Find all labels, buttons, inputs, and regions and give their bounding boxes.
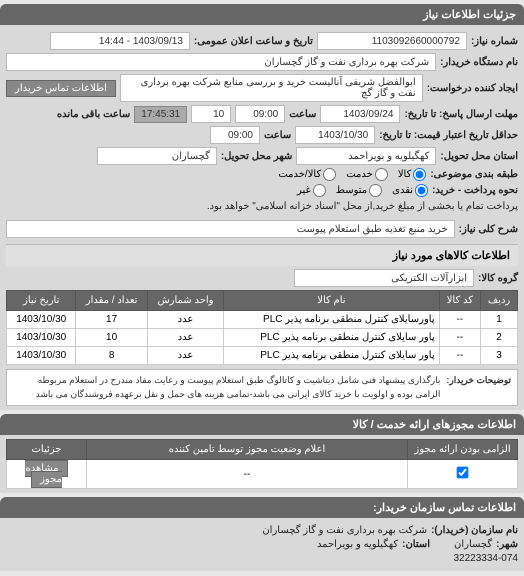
label-goods-group: گروه کالا:: [478, 273, 518, 284]
radio-budget-type: کالا خدمت کالا/خدمت: [278, 168, 426, 181]
table-row: -- مشاهده مجوز: [7, 460, 518, 489]
label-budget-type: طبقه بندی موضوعی:: [430, 169, 518, 180]
buyer-note-box: توضیحات خریدار: بارگذاری پیشنهاد فنی شام…: [6, 369, 518, 406]
table-row: 2--پاور سایلای کنترل منطقی برنامه پذیر P…: [7, 329, 518, 347]
col-code: کد کالا: [439, 291, 480, 311]
field-province: کهگیلویه و بویراحمد: [296, 147, 436, 165]
label-validity: حداقل تاریخ اعتبار قیمت: تا تاریخ:: [379, 130, 518, 141]
field-requester: ابوالفضل شریفی آنالیست خرید و بررسی مناب…: [120, 74, 423, 102]
field-countdown: 17:45:31: [134, 106, 187, 123]
field-deadline-date: 1403/09/24: [320, 105, 400, 123]
value-province2: کهگیلویه و بویراحمد: [317, 539, 398, 550]
label-time-1: ساعت: [289, 109, 316, 120]
cell-code: --: [439, 329, 480, 347]
cell-date: 1403/10/30: [7, 347, 76, 365]
cell-status: --: [87, 460, 408, 489]
cell-unit: عدد: [147, 347, 223, 365]
cell-qty: 8: [76, 347, 147, 365]
label-remaining-suffix: ساعت باقی مانده: [57, 109, 130, 120]
table-row: 1--پاورسایلای کنترل منطقی برنامه پذیر PL…: [7, 311, 518, 329]
label-province2: استان:: [402, 539, 430, 550]
cell-qty: 17: [76, 311, 147, 329]
value-org: شرکت بهره برداری نفت و گاز گچساران: [262, 525, 427, 536]
goods-table: ردیف کد کالا نام کالا واحد شمارش تعداد /…: [6, 290, 518, 365]
label-announce: تاریخ و ساعت اعلان عمومی:: [194, 36, 313, 47]
label-deadline-send: مهلت ارسال پاسخ: تا تاریخ:: [404, 109, 518, 120]
cell-name: پاورسایلای کنترل منطقی برنامه پذیر PLC: [224, 311, 439, 329]
cell-idx: 2: [481, 329, 518, 347]
col-status: اعلام وضعیت مجوز توسط تامین کننده: [87, 440, 408, 460]
label-org: نام سازمان (خریدار):: [431, 525, 518, 536]
cell-name: پاور سایلای کنترل منطقی برنامه پذیر PLC: [224, 329, 439, 347]
radio-option-cash[interactable]: نقدی: [392, 184, 428, 197]
label-req-no: شماره نیاز:: [471, 36, 518, 47]
label-city2: شهر:: [496, 539, 518, 550]
buyer-note-label: توضیحات خریدار:: [446, 374, 511, 401]
cell-name: پاور سایلای کنترل منطقی برنامه پذیر PLC: [224, 347, 439, 365]
label-time-2: ساعت: [264, 130, 291, 141]
radio-option-mid[interactable]: متوسط: [336, 184, 382, 197]
section-header-buyer-contact: اطلاعات تماس سازمان خریدار:: [0, 497, 524, 518]
payment-desc: پرداخت تمام یا بخشی از مبلغ خرید,از محل …: [207, 201, 518, 212]
col-mandatory: الزامی بودن ارائه مجوز: [408, 440, 518, 460]
radio-option-mix[interactable]: کالا/خدمت: [278, 168, 336, 181]
field-req-no: 1103092660000792: [317, 32, 467, 50]
field-buyer-org: شرکت بهره برداری نفت و گاز گچساران: [6, 53, 436, 71]
cell-unit: عدد: [147, 311, 223, 329]
cell-unit: عدد: [147, 329, 223, 347]
cell-code: --: [439, 347, 480, 365]
col-date: تاریخ نیاز: [7, 291, 76, 311]
permits-table: الزامی بودن ارائه مجوز اعلام وضعیت مجوز …: [6, 439, 518, 489]
field-city: گچساران: [97, 147, 217, 165]
col-qty: تعداد / مقدار: [76, 291, 147, 311]
col-unit: واحد شمارش: [147, 291, 223, 311]
field-validity-time: 09:00: [210, 126, 260, 144]
radio-option-other[interactable]: غیر: [297, 184, 326, 197]
field-deadline-time: 09:00: [235, 105, 285, 123]
section-body-buyer-contact: نام سازمان (خریدار): شرکت بهره برداری نف…: [0, 518, 524, 571]
section-header-permits: اطلاعات مجوزهای ارائه خدمت / کالا: [0, 414, 524, 435]
view-permit-button[interactable]: مشاهده مجوز: [25, 460, 67, 488]
field-goods-group: ابزارآلات الکتریکی: [294, 269, 474, 287]
col-idx: ردیف: [481, 291, 518, 311]
cell-qty: 10: [76, 329, 147, 347]
buyer-contact-button[interactable]: اطلاعات تماس خریدار: [6, 80, 116, 97]
cell-idx: 1: [481, 311, 518, 329]
label-buyer-org: نام دستگاه خریدار:: [440, 57, 518, 68]
cell-code: --: [439, 311, 480, 329]
checkbox-mandatory[interactable]: [457, 467, 469, 479]
field-general-desc: خرید منبع تغذیه طبق استعلام پیوست: [6, 220, 455, 238]
field-remaining-days: 10: [191, 105, 231, 123]
sub-header-goods: اطلاعات کالاهای مورد نیاز: [6, 244, 518, 266]
table-row: 3--پاور سایلای کنترل منطقی برنامه پذیر P…: [7, 347, 518, 365]
cell-date: 1403/10/30: [7, 311, 76, 329]
section-header-need-details: جزئیات اطلاعات نیاز: [0, 4, 524, 25]
radio-option-kala[interactable]: کالا: [398, 168, 427, 181]
cell-idx: 3: [481, 347, 518, 365]
label-general-desc: شرح کلی نیاز:: [459, 224, 518, 235]
value-phone: 32223334-074: [453, 553, 518, 564]
field-validity-date: 1403/10/30: [295, 126, 375, 144]
label-requester: ایجاد کننده درخواست:: [427, 83, 518, 94]
radio-payment: نقدی متوسط غیر: [297, 184, 428, 197]
section-body-permits: الزامی بودن ارائه مجوز اعلام وضعیت مجوز …: [0, 435, 524, 493]
radio-option-khedmat[interactable]: خدمت: [346, 168, 388, 181]
field-announce: 1403/09/13 - 14:44: [50, 32, 190, 50]
label-province: استان محل تحویل:: [440, 151, 518, 162]
label-city: شهر محل تحویل:: [221, 151, 293, 162]
buyer-note-text: بارگذاری پیشنهاد فنی شامل دیتاشیت و کاتا…: [13, 374, 440, 401]
col-detail: جزئیات: [7, 440, 87, 460]
label-payment: نحوه پرداخت - خرید:: [432, 185, 518, 196]
cell-date: 1403/10/30: [7, 329, 76, 347]
col-name: نام کالا: [224, 291, 439, 311]
value-city2: گچساران: [454, 539, 492, 550]
section-body-need-details: شماره نیاز: 1103092660000792 تاریخ و ساع…: [0, 25, 524, 410]
